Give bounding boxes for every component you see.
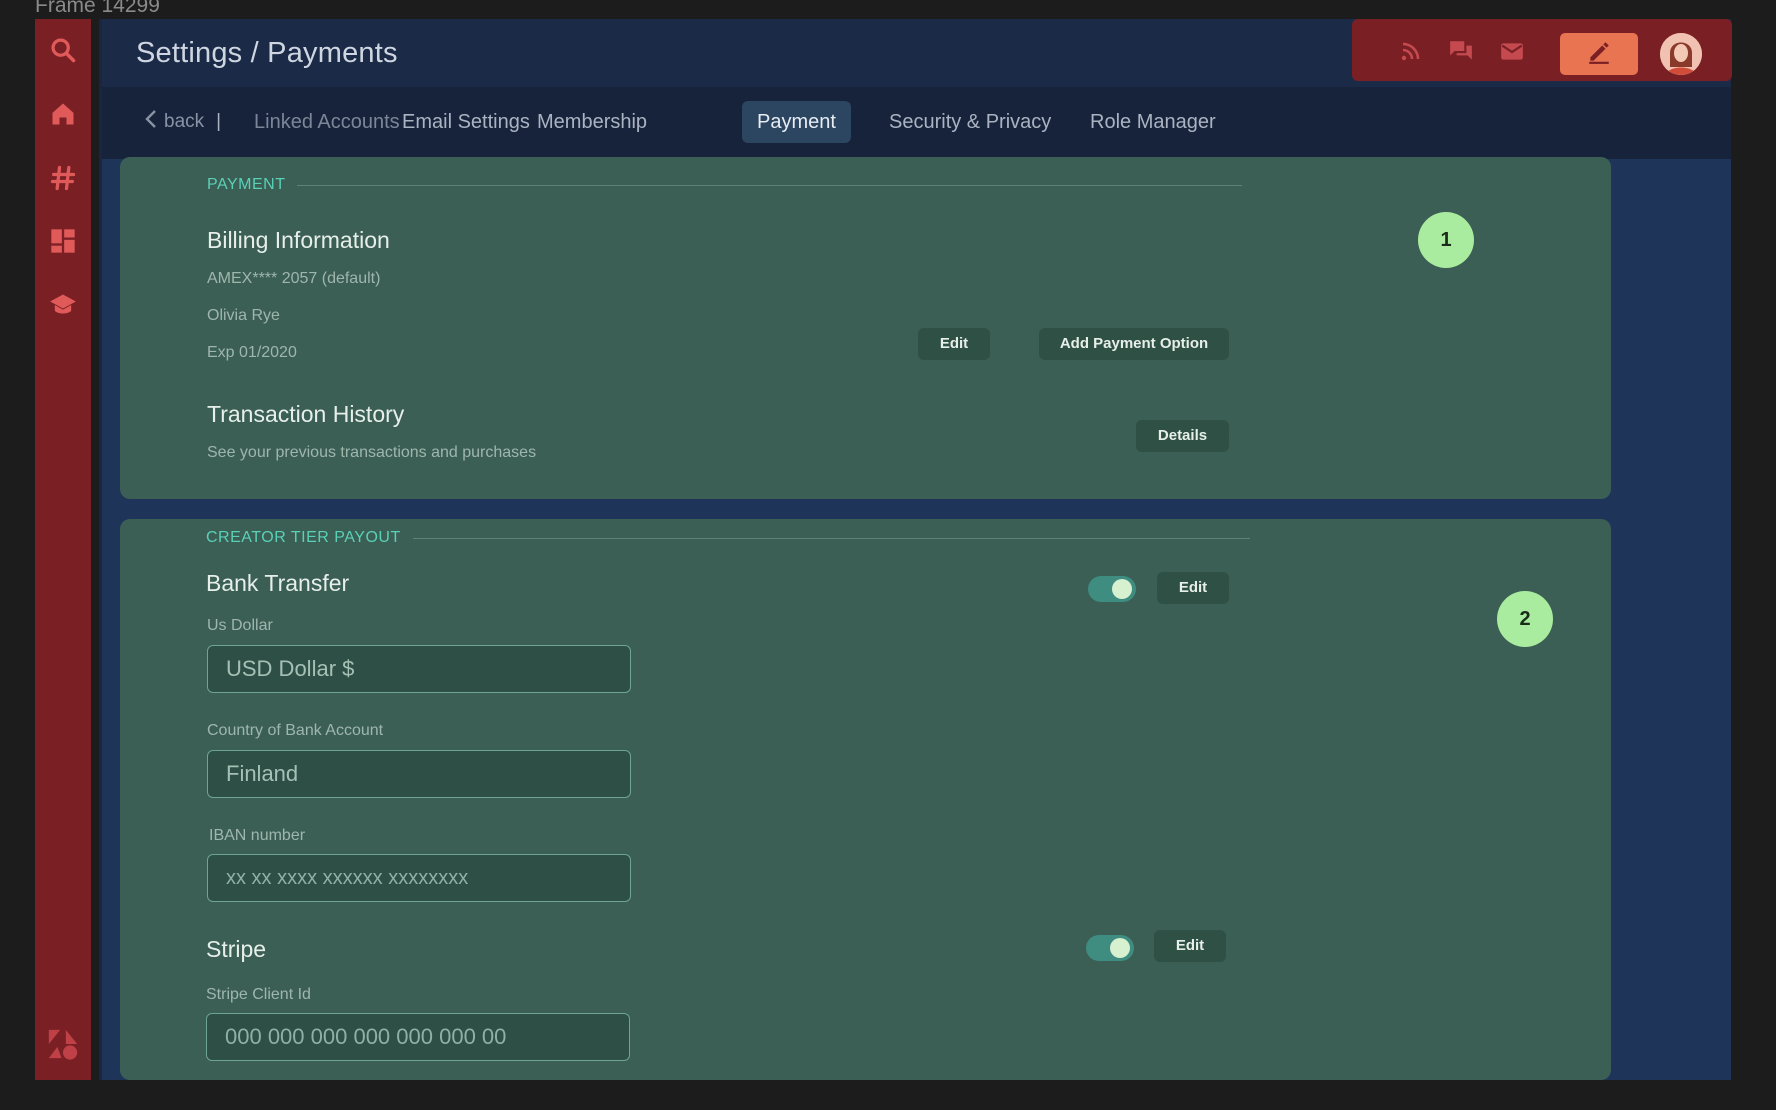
- step-badge: 2: [1497, 591, 1553, 647]
- edit-billing-button[interactable]: Edit: [918, 328, 990, 360]
- iban-field[interactable]: [207, 854, 631, 902]
- toggle-knob: [1110, 938, 1130, 958]
- transaction-history-description: See your previous transactions and purch…: [207, 444, 537, 461]
- billing-card: AMEX**** 2057 (default): [207, 270, 381, 287]
- search-icon[interactable]: [49, 36, 77, 64]
- page-title: Settings / Payments: [136, 37, 398, 69]
- main-area: Settings / Payments back | Linked Accoun…: [102, 19, 1732, 1080]
- top-actions: [1352, 19, 1732, 81]
- currency-field[interactable]: [207, 645, 631, 693]
- compose-button[interactable]: [1560, 33, 1638, 75]
- bank-transfer-title: Bank Transfer: [206, 570, 350, 596]
- tab-security-privacy[interactable]: Security & Privacy: [874, 101, 1066, 143]
- currency-label: Us Dollar: [207, 617, 273, 634]
- transaction-history-title: Transaction History: [207, 401, 405, 427]
- stripe-title: Stripe: [206, 936, 267, 962]
- back-label: back: [164, 111, 205, 132]
- country-field[interactable]: [207, 750, 631, 798]
- edit-icon: [1586, 39, 1612, 70]
- hashtag-icon[interactable]: [49, 164, 77, 192]
- billing-expiry: Exp 01/2020: [207, 344, 297, 361]
- payout-section-header: CREATOR TIER PAYOUT: [206, 529, 1250, 547]
- mail-icon[interactable]: [1499, 38, 1525, 64]
- payment-card: PAYMENT Billing Information AMEX**** 205…: [120, 157, 1611, 499]
- step-badge: 1: [1418, 212, 1474, 268]
- tab-bar: back | Linked Accounts Email Settings Me…: [102, 87, 1731, 159]
- home-icon[interactable]: [49, 100, 77, 128]
- billing-title: Billing Information: [207, 227, 390, 253]
- tab-payment[interactable]: Payment: [742, 101, 851, 143]
- edit-bank-transfer-button[interactable]: Edit: [1157, 572, 1229, 604]
- rss-icon[interactable]: [1398, 38, 1424, 64]
- edit-stripe-button[interactable]: Edit: [1154, 930, 1226, 962]
- country-label: Country of Bank Account: [207, 722, 384, 739]
- iban-label: IBAN number: [209, 827, 306, 844]
- shapes-logo-icon: [46, 1027, 80, 1061]
- top-bar: Settings / Payments: [102, 19, 1732, 87]
- back-separator: |: [216, 111, 222, 132]
- add-payment-option-button[interactable]: Add Payment Option: [1039, 328, 1229, 360]
- frame-label: Frame 14299: [35, 0, 160, 17]
- chevron-left-icon: [144, 109, 158, 135]
- payment-section-header: PAYMENT: [207, 176, 1243, 194]
- chat-icon[interactable]: [1448, 38, 1474, 64]
- back-link[interactable]: back |: [144, 101, 221, 143]
- stripe-toggle[interactable]: [1086, 935, 1134, 961]
- dashboard-icon[interactable]: [49, 227, 77, 255]
- stripe-client-id-label: Stripe Client Id: [206, 986, 311, 1003]
- tab-membership[interactable]: Membership: [522, 101, 662, 143]
- graduation-cap-icon[interactable]: [49, 291, 77, 319]
- payout-card: CREATOR TIER PAYOUT Bank Transfer Edit U…: [120, 519, 1611, 1080]
- payment-section-title: PAYMENT: [207, 176, 286, 193]
- stripe-client-id-field[interactable]: [206, 1013, 630, 1061]
- details-button[interactable]: Details: [1136, 420, 1229, 452]
- avatar[interactable]: [1660, 33, 1702, 75]
- billing-name: Olivia Rye: [207, 307, 280, 324]
- sidebar: [35, 19, 91, 1080]
- toggle-knob: [1112, 579, 1132, 599]
- section-divider: [297, 184, 1243, 186]
- bank-transfer-toggle[interactable]: [1088, 576, 1136, 602]
- section-divider: [412, 537, 1250, 539]
- tab-role-manager[interactable]: Role Manager: [1075, 101, 1231, 143]
- payout-section-title: CREATOR TIER PAYOUT: [206, 529, 401, 546]
